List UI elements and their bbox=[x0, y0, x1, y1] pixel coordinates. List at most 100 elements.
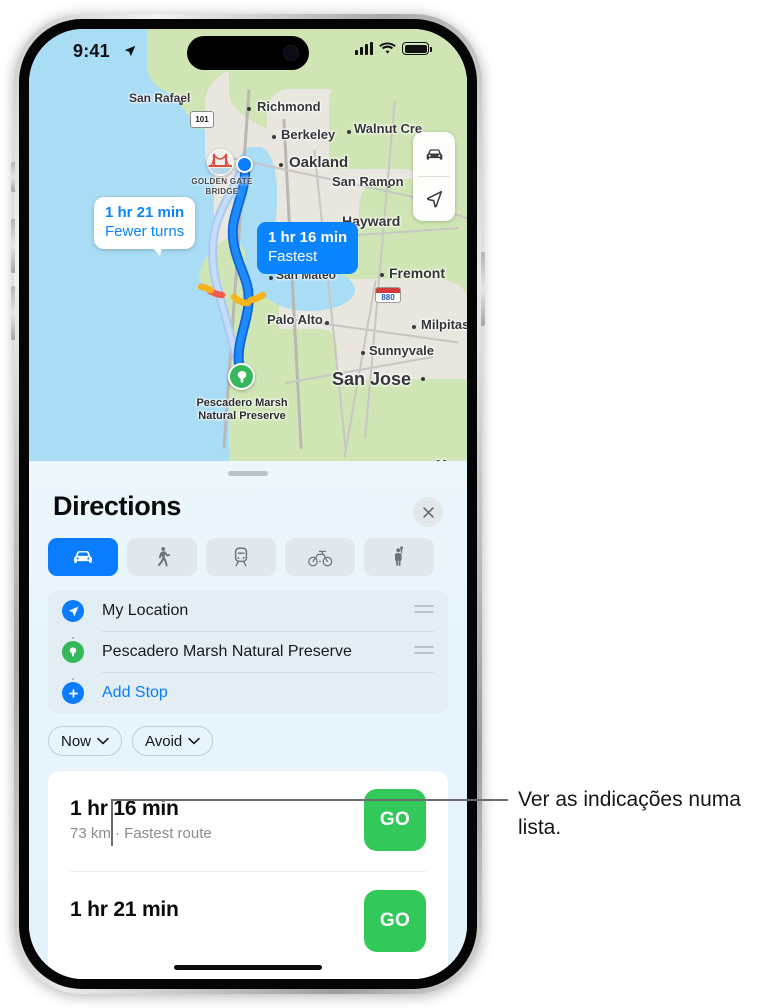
golden-gate-bridge-marker[interactable] bbox=[207, 149, 234, 176]
chip-avoid[interactable]: Avoid bbox=[132, 726, 214, 756]
destination-label-line1: Pescadero Marsh bbox=[196, 397, 288, 409]
city-dot bbox=[272, 135, 276, 139]
close-button[interactable] bbox=[413, 497, 443, 527]
tab-cycle[interactable] bbox=[285, 538, 355, 576]
callout-fastest-subtitle: Fastest bbox=[268, 248, 318, 265]
add-stop-row[interactable]: Add Stop bbox=[48, 673, 448, 713]
volume-down-button[interactable] bbox=[11, 286, 15, 340]
route-secondary-duration: 1 hr 21 min bbox=[70, 898, 179, 921]
map-view[interactable]: GOLDEN GATE BRIDGE Pescadero Marsh Natur… bbox=[29, 29, 467, 461]
city-dot bbox=[279, 163, 283, 167]
front-camera bbox=[283, 45, 299, 61]
callout-alternate-subtitle: Fewer turns bbox=[105, 223, 185, 240]
city-label: Richmond bbox=[257, 99, 321, 114]
city-label: Sunnyvale bbox=[369, 343, 435, 358]
origin-drag-handle[interactable] bbox=[414, 602, 434, 620]
origin-location-arrow-icon bbox=[62, 600, 84, 622]
location-arrow-icon bbox=[123, 44, 137, 63]
status-bar-time: 9:41 bbox=[73, 41, 110, 61]
sheet-grabber-handle[interactable] bbox=[228, 471, 268, 476]
status-bar-indicators bbox=[355, 42, 432, 55]
go-button-secondary[interactable]: GO bbox=[364, 890, 426, 952]
route-primary-duration: 1 hr 16 min bbox=[70, 797, 179, 820]
car-icon bbox=[426, 148, 442, 160]
tab-walk[interactable] bbox=[127, 538, 197, 576]
ggb-label-line2: BRIDGE bbox=[205, 187, 239, 196]
dynamic-island bbox=[187, 36, 309, 70]
city-label: San Jose bbox=[332, 369, 412, 389]
chip-departure-time[interactable]: Now bbox=[48, 726, 123, 756]
add-stop-label: Add Stop bbox=[102, 684, 168, 701]
route-primary-detail: 73 km · Fastest route bbox=[70, 825, 212, 842]
navigation-arrow-icon bbox=[426, 190, 443, 208]
city-dot bbox=[347, 130, 351, 134]
tab-drive[interactable] bbox=[48, 538, 118, 576]
city-dot bbox=[361, 351, 365, 355]
endpoint-row-destination[interactable]: Pescadero Marsh Natural Preserve bbox=[48, 632, 448, 672]
route-callout-alternate[interactable]: 1 hr 21 min Fewer turns bbox=[94, 197, 196, 256]
city-label: Milpitas bbox=[421, 317, 467, 332]
directions-sheet: Directions My Location Pescadero Marsh N… bbox=[29, 461, 467, 979]
destination-pin[interactable] bbox=[228, 363, 255, 390]
user-location-dot bbox=[236, 156, 253, 173]
destination-label: Pescadero Marsh Natural Preserve bbox=[177, 397, 307, 423]
city-label: Berkeley bbox=[281, 127, 336, 142]
bicycle-icon bbox=[307, 550, 332, 566]
battery-icon bbox=[402, 42, 432, 55]
city-dot bbox=[247, 107, 251, 111]
road-shield-880: 880 bbox=[375, 287, 401, 303]
route-row-secondary[interactable]: 1 hr 21 min GO bbox=[48, 872, 448, 968]
city-label: San Rafael bbox=[129, 91, 191, 105]
city-dot bbox=[421, 377, 425, 381]
power-button[interactable] bbox=[481, 252, 485, 326]
route-row-primary[interactable]: 1 hr 16 min 73 km · Fastest route GO bbox=[48, 771, 448, 867]
go-button-primary[interactable]: GO bbox=[364, 789, 426, 851]
transport-mode-tabs bbox=[48, 538, 434, 576]
city-label: Walnut Cre bbox=[354, 121, 423, 136]
phone-bezel: GOLDEN GATE BRIDGE Pescadero Marsh Natur… bbox=[19, 19, 477, 989]
map-controls-panel bbox=[413, 132, 455, 221]
city-label: Oakland bbox=[289, 154, 349, 171]
destination-drag-handle[interactable] bbox=[414, 643, 434, 661]
tab-transit[interactable] bbox=[206, 538, 276, 576]
destination-label-line2: Natural Preserve bbox=[198, 410, 286, 422]
city-dot bbox=[269, 276, 273, 280]
route-callout-fastest[interactable]: 1 hr 16 min Fastest bbox=[257, 222, 359, 274]
route-endpoints-card: My Location Pescadero Marsh Natural Pres… bbox=[48, 591, 448, 713]
destination-label: Pescadero Marsh Natural Preserve bbox=[102, 643, 352, 660]
volume-up-button[interactable] bbox=[11, 219, 15, 273]
city-label: Palo Alto bbox=[267, 312, 323, 327]
city-dot bbox=[325, 321, 329, 325]
annotation-callout-text: Ver as indicações numa lista. bbox=[518, 788, 741, 839]
transit-icon bbox=[234, 547, 248, 567]
route-options-chips: Now Avoid bbox=[48, 726, 214, 756]
endpoint-row-origin[interactable]: My Location bbox=[48, 591, 448, 631]
close-icon bbox=[422, 506, 434, 518]
city-label: San Ramon bbox=[332, 174, 404, 189]
golden-gate-bridge-label: GOLDEN GATE BRIDGE bbox=[184, 177, 260, 197]
city-dot bbox=[412, 325, 416, 329]
road-shield-880-label: 880 bbox=[381, 293, 395, 302]
callout-alternate-time: 1 hr 21 min bbox=[105, 204, 185, 221]
silent-switch[interactable] bbox=[11, 162, 15, 192]
chevron-down-icon bbox=[188, 737, 201, 745]
walk-icon bbox=[157, 547, 171, 567]
phone-device-frame: GOLDEN GATE BRIDGE Pescadero Marsh Natur… bbox=[11, 14, 485, 994]
city-label: Fremont bbox=[389, 265, 445, 281]
origin-label: My Location bbox=[102, 602, 189, 619]
status-bar: 9:41 bbox=[29, 29, 467, 81]
wifi-icon bbox=[379, 42, 396, 54]
road-shield-101: 101 bbox=[190, 111, 214, 128]
add-stop-plus-icon bbox=[62, 682, 84, 704]
car-mode-button[interactable] bbox=[413, 132, 455, 176]
phone-screen: GOLDEN GATE BRIDGE Pescadero Marsh Natur… bbox=[29, 29, 467, 979]
routes-list: 1 hr 16 min 73 km · Fastest route GO 1 h… bbox=[48, 771, 448, 979]
recenter-button[interactable] bbox=[413, 177, 455, 221]
car-icon bbox=[74, 551, 92, 563]
destination-park-pin-icon bbox=[62, 641, 84, 663]
chip-avoid-label: Avoid bbox=[145, 732, 183, 750]
chevron-down-icon bbox=[97, 737, 109, 745]
home-indicator[interactable] bbox=[174, 965, 322, 970]
tab-rideshare[interactable] bbox=[364, 538, 434, 576]
page-title: Directions bbox=[53, 491, 182, 521]
